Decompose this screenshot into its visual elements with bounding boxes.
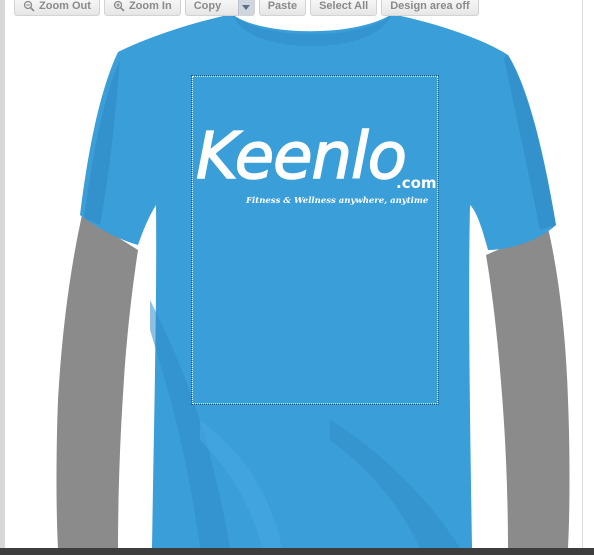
chevron-down-icon <box>242 5 251 10</box>
zoom-in-icon <box>113 0 125 12</box>
copy-label: Copy <box>193 0 222 12</box>
design-area-toggle-button[interactable]: Design area off <box>381 0 480 16</box>
zoom-out-icon <box>23 0 35 12</box>
design-area-label: Design area off <box>390 0 470 12</box>
select-all-label: Select All <box>319 0 369 12</box>
zoom-in-button[interactable]: Zoom In <box>103 0 181 16</box>
paste-button[interactable]: Paste <box>258 0 307 16</box>
mannequin-right-arm <box>486 228 570 548</box>
logo-wordmark[interactable]: Keenlo <box>195 124 407 190</box>
select-all-button[interactable]: Select All <box>310 0 378 16</box>
paste-label: Paste <box>267 0 298 12</box>
logo-tagline[interactable]: Fitness & Wellness anywhere, anytime <box>246 196 428 206</box>
copy-button[interactable]: Copy <box>184 0 255 16</box>
logo-domain[interactable]: .com <box>396 174 437 192</box>
editor-toolbar: Zoom Out Zoom In Copy Paste Select All D… <box>14 0 480 16</box>
zoom-out-label: Zoom Out <box>39 0 91 12</box>
copy-dropdown-toggle[interactable] <box>237 0 254 15</box>
zoom-out-button[interactable]: Zoom Out <box>14 0 100 16</box>
zoom-in-label: Zoom In <box>128 0 172 12</box>
bottom-status-bar <box>0 548 594 555</box>
mannequin-left-arm <box>56 215 138 548</box>
